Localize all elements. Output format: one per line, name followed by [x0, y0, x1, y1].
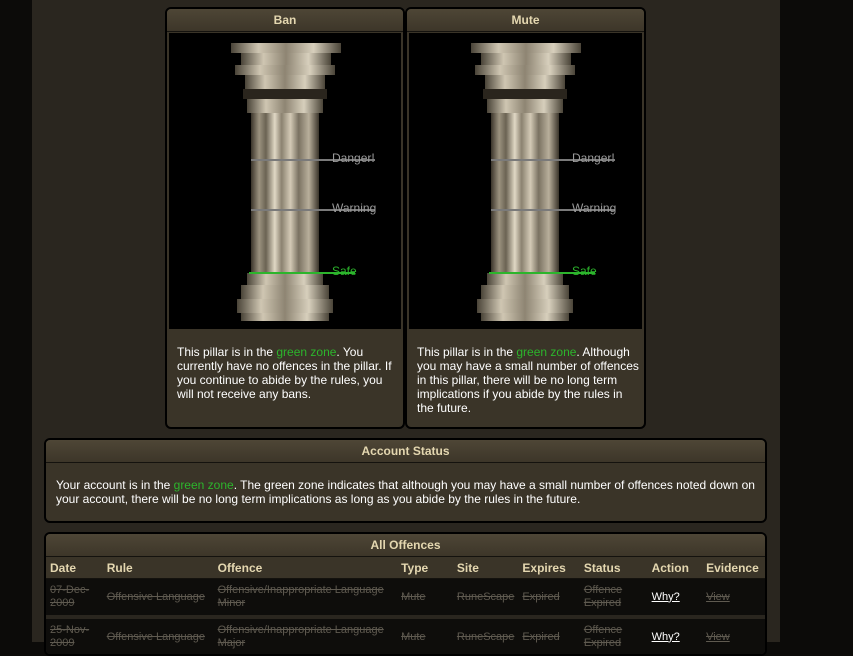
column-header-date: Date: [46, 558, 103, 579]
cell-rule: Offensive Language: [102, 578, 214, 619]
column-header-expires: Expires: [518, 558, 580, 579]
green-zone-text: green zone: [173, 478, 234, 492]
why-link[interactable]: Why?: [652, 631, 680, 643]
safe-label: Safe: [332, 264, 357, 278]
description-text: Your account is in the: [56, 478, 174, 492]
warning-label: Warning: [332, 201, 377, 215]
why-link[interactable]: Why?: [652, 591, 680, 603]
offences-table: Date Rule Offence Type Site Expires Stat…: [46, 558, 765, 654]
mute-pillar-description: This pillar is in the green zone. Althou…: [417, 345, 639, 415]
ban-pillar-graphic: Danger! Warning Safe: [169, 33, 401, 329]
all-offences-title: All Offences: [46, 534, 765, 557]
account-status-title: Account Status: [46, 440, 765, 463]
cell-type: Mute: [397, 617, 453, 654]
cell-status: Offence Expired: [579, 617, 648, 654]
cell-offence: Offensive/Inappropriate Language Minor: [213, 578, 398, 619]
cell-action: Why?: [647, 617, 703, 654]
account-status-panel: Account Status Your account is in the gr…: [44, 438, 767, 523]
table-row: 25-Nov-2009 Offensive Language Offensive…: [46, 617, 765, 654]
view-evidence-link[interactable]: View: [706, 631, 730, 643]
pillar-column-image: [471, 43, 581, 321]
ban-pillar-description: This pillar is in the green zone. You cu…: [177, 345, 397, 401]
cell-offence: Offensive/Inappropriate Language Major: [213, 617, 398, 654]
warning-label: Warning: [572, 201, 617, 215]
column-header-offence: Offence: [213, 558, 398, 579]
cell-date: 25-Nov-2009: [46, 617, 103, 654]
all-offences-panel: All Offences Date Rule Offence Type Site…: [44, 532, 767, 656]
cell-rule: Offensive Language: [102, 617, 214, 654]
cell-status: Offence Expired: [579, 578, 648, 619]
cell-action: Why?: [647, 578, 703, 619]
pillar-column-image: [231, 43, 341, 321]
column-header-type: Type: [397, 558, 453, 579]
mute-pillar-panel: Mute Danger! Warning Safe This pillar is…: [405, 7, 646, 429]
column-header-site: Site: [452, 558, 519, 579]
column-header-action: Action: [647, 558, 703, 579]
green-zone-text: green zone: [276, 345, 337, 359]
safe-label: Safe: [572, 264, 597, 278]
danger-label: Danger!: [332, 151, 375, 165]
column-header-evidence: Evidence: [702, 558, 765, 579]
account-status-description: Your account is in the green zone. The g…: [56, 478, 761, 506]
cell-site: RuneScape: [452, 617, 519, 654]
column-header-status: Status: [579, 558, 648, 579]
description-text: This pillar is in the: [177, 345, 277, 359]
table-row: 07-Dec-2009 Offensive Language Offensive…: [46, 578, 765, 619]
danger-label: Danger!: [572, 151, 615, 165]
column-header-rule: Rule: [102, 558, 214, 579]
cell-evidence: View: [702, 617, 765, 654]
ban-pillar-title: Ban: [167, 9, 403, 32]
table-header-row: Date Rule Offence Type Site Expires Stat…: [46, 558, 765, 579]
description-text: This pillar is in the: [417, 345, 517, 359]
cell-expires: Expired: [518, 617, 580, 654]
cell-site: RuneScape: [452, 578, 519, 619]
mute-pillar-title: Mute: [407, 9, 644, 32]
view-evidence-link[interactable]: View: [706, 591, 730, 603]
cell-expires: Expired: [518, 578, 580, 619]
cell-type: Mute: [397, 578, 453, 619]
green-zone-text: green zone: [516, 345, 577, 359]
mute-pillar-graphic: Danger! Warning Safe: [409, 33, 642, 329]
ban-pillar-panel: Ban Danger! Warning Safe This pillar is …: [165, 7, 405, 429]
cell-evidence: View: [702, 578, 765, 619]
cell-date: 07-Dec-2009: [46, 578, 103, 619]
